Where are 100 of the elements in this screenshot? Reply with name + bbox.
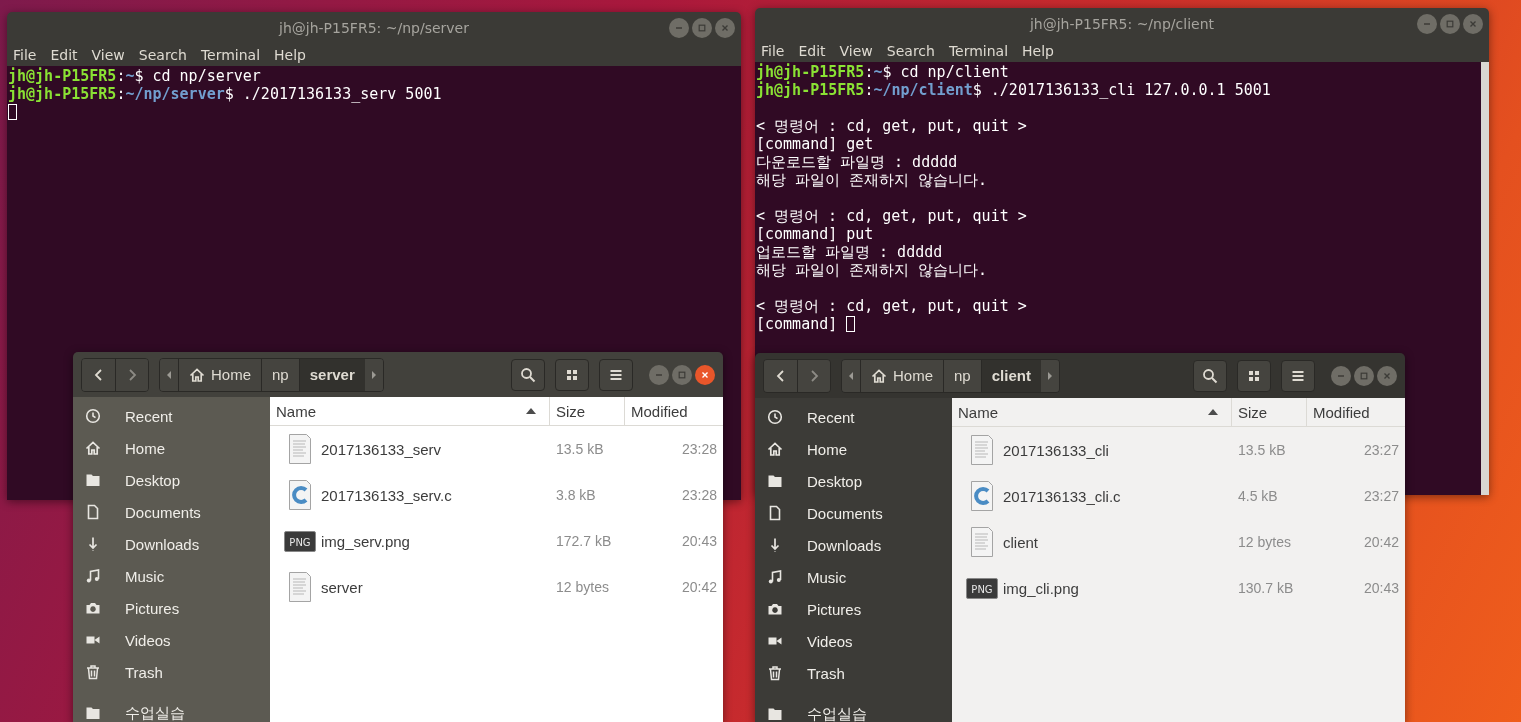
terminal-line: [command] xyxy=(756,315,838,333)
search-icon xyxy=(1202,367,1218,384)
folder-icon xyxy=(85,472,101,488)
sidebar-item[interactable]: Videos xyxy=(73,624,270,656)
sidebar-item[interactable]: Videos xyxy=(755,625,952,657)
menu-item[interactable]: File xyxy=(761,40,785,62)
sidebar-item[interactable]: Recent xyxy=(755,401,952,433)
column-header[interactable]: Modified xyxy=(1307,398,1405,426)
sidebar-item[interactable]: 수업실습 xyxy=(755,698,952,722)
sidebar-item[interactable]: Trash xyxy=(755,657,952,689)
close-icon xyxy=(1382,370,1392,381)
maximize-button[interactable] xyxy=(1440,14,1460,34)
sidebar-item[interactable]: Downloads xyxy=(73,528,270,560)
scrollbar[interactable] xyxy=(1481,62,1489,495)
terminal-line: < 명령어 : cd, get, put, quit > xyxy=(756,297,1027,315)
scroll-left-button[interactable] xyxy=(842,359,860,392)
minimize-button[interactable] xyxy=(1331,365,1351,386)
document-icon xyxy=(767,505,783,521)
sidebar-item[interactable]: Music xyxy=(73,560,270,592)
modified-time: 20:43 xyxy=(1362,580,1400,596)
sidebar-item[interactable]: 수업실습 xyxy=(73,697,270,722)
forward-button[interactable] xyxy=(115,358,148,391)
close-icon xyxy=(720,23,730,33)
close-button[interactable] xyxy=(1377,365,1397,386)
camera-icon xyxy=(85,600,101,616)
sidebar-item[interactable]: Documents xyxy=(755,497,952,529)
menu-item[interactable]: Edit xyxy=(798,40,826,62)
menu-item[interactable]: View xyxy=(91,44,125,66)
minimize-button[interactable] xyxy=(669,18,689,38)
maximize-icon xyxy=(1359,370,1369,381)
menu-item[interactable]: Terminal xyxy=(948,40,1009,62)
search-button[interactable] xyxy=(1193,359,1227,392)
terminal-line: jh@jh-P15FR5:~$ cd np/server xyxy=(8,67,261,85)
sidebar-item[interactable]: Downloads xyxy=(755,529,952,561)
close-icon xyxy=(1468,19,1478,29)
music-note-icon xyxy=(767,569,783,585)
sidebar-item[interactable]: Desktop xyxy=(755,465,952,497)
minimize-button[interactable] xyxy=(1417,14,1437,34)
maximize-icon xyxy=(697,23,707,33)
menu-button[interactable] xyxy=(599,358,633,391)
sidebar-item[interactable]: Desktop xyxy=(73,464,270,496)
column-header[interactable]: Size xyxy=(1232,398,1307,426)
close-icon xyxy=(700,369,710,380)
terminal-line: < 명령어 : cd, get, put, quit > xyxy=(756,117,1027,135)
column-header[interactable]: Name xyxy=(952,398,1232,426)
menu-button[interactable] xyxy=(1281,359,1315,392)
file-size: 4.5 kB xyxy=(1237,488,1279,504)
search-button[interactable] xyxy=(511,358,545,391)
path-button[interactable]: server xyxy=(298,358,365,391)
scroll-right-button[interactable] xyxy=(1040,359,1059,392)
menu-item[interactable]: Search xyxy=(138,44,187,66)
menu-item[interactable]: File xyxy=(13,44,37,66)
menu-item[interactable]: Help xyxy=(1022,40,1054,62)
menu-item[interactable]: View xyxy=(839,40,873,62)
path-button[interactable]: Home xyxy=(860,359,943,392)
modified-time: 23:27 xyxy=(1362,442,1400,458)
maximize-button[interactable] xyxy=(692,18,712,38)
sidebar-item[interactable]: Documents xyxy=(73,496,270,528)
file-name: 2017136133_serv xyxy=(321,440,442,458)
music-note-icon xyxy=(85,568,101,584)
menu-item[interactable]: Search xyxy=(886,40,935,62)
view-toggle-button[interactable] xyxy=(1237,359,1271,392)
file-size: 12 bytes xyxy=(1237,534,1292,550)
sidebar-item[interactable]: Trash xyxy=(73,656,270,688)
sidebar-item[interactable]: Home xyxy=(755,433,952,465)
file-size: 130.7 kB xyxy=(1237,580,1295,596)
path-button[interactable]: np xyxy=(943,359,981,392)
maximize-icon xyxy=(677,369,687,380)
column-header[interactable]: Size xyxy=(550,397,625,425)
terminal-line: [command] get xyxy=(756,135,874,153)
sidebar-item[interactable]: Pictures xyxy=(755,593,952,625)
folder-icon xyxy=(767,706,783,722)
column-header[interactable]: Name xyxy=(270,397,550,425)
minimize-button[interactable] xyxy=(649,364,669,385)
sidebar-item[interactable]: Music xyxy=(755,561,952,593)
forward-button[interactable] xyxy=(797,359,830,392)
menu-item[interactable]: Edit xyxy=(50,44,78,66)
trash-icon xyxy=(767,665,783,681)
sidebar-item[interactable]: Recent xyxy=(73,400,270,432)
file-size: 13.5 kB xyxy=(555,441,605,457)
sidebar-item[interactable]: Pictures xyxy=(73,592,270,624)
maximize-button[interactable] xyxy=(1354,365,1374,386)
column-header[interactable]: Modified xyxy=(625,397,723,425)
file-name: img_cli.png xyxy=(1003,579,1079,597)
menu-item[interactable]: Help xyxy=(274,44,306,66)
file-name: server xyxy=(321,578,363,596)
camera-icon xyxy=(767,601,783,617)
close-button[interactable] xyxy=(695,364,715,385)
modified-time: 20:42 xyxy=(680,579,718,595)
window-title: jh@jh-P15FR5: ~/np/client xyxy=(1029,16,1215,32)
modified-time: 20:43 xyxy=(680,533,718,549)
back-button[interactable] xyxy=(764,359,797,392)
terminal-line: 해당 파일이 존재하지 않습니다. xyxy=(756,171,988,189)
triangle-right-icon xyxy=(1045,369,1054,382)
trash-icon xyxy=(85,664,101,680)
menu-item[interactable]: Terminal xyxy=(200,44,261,66)
view-toggle-button[interactable] xyxy=(555,358,589,391)
sidebar-item[interactable]: Home xyxy=(73,432,270,464)
terminal-line: 업로드할 파일명 : ddddd xyxy=(756,243,943,261)
file-size: 3.8 kB xyxy=(555,487,597,503)
